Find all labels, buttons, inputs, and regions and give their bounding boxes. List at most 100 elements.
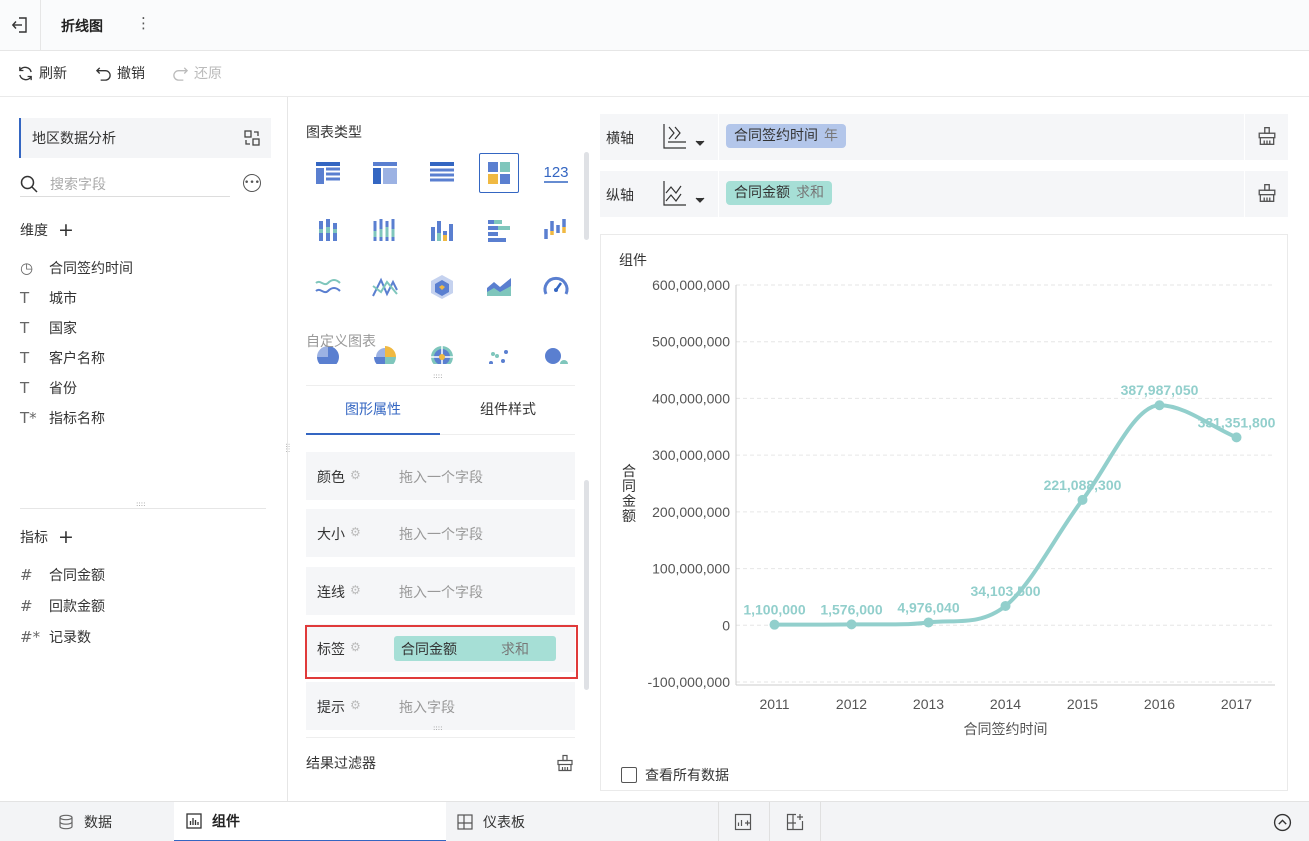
grouped-column-icon[interactable] [308, 210, 348, 250]
kpi-number-icon[interactable]: 123 [536, 153, 576, 193]
splitter-grip-icon[interactable]: :::: [136, 501, 145, 508]
property-row[interactable]: 颜色 ⚙ 拖入一个字段 [306, 452, 575, 500]
stock-line-icon[interactable] [365, 267, 405, 307]
tab-graph-properties[interactable]: 图形属性 [306, 386, 440, 435]
y-axis-field-pill[interactable]: 合同金额 求和 [726, 181, 832, 205]
bubble-icon[interactable] [536, 324, 576, 364]
property-row[interactable]: 大小 ⚙ 拖入一个字段 [306, 509, 575, 557]
metrics-title: 指标 [20, 530, 48, 546]
undo-icon [95, 66, 111, 81]
data-point[interactable] [769, 619, 780, 630]
x-tick-label: 2017 [1221, 696, 1252, 712]
x-axis-field-pill[interactable]: 合同签约时间年 [726, 124, 846, 148]
y-axis-clear-icon[interactable] [1257, 183, 1277, 203]
y-field-aggregation: 求和 [796, 185, 824, 201]
property-grip-icon[interactable]: :::: [433, 725, 442, 732]
gear-icon[interactable]: ⚙ [350, 468, 361, 482]
field-item[interactable]: T 国家 [20, 318, 77, 338]
undo-button[interactable]: 撤销 [95, 63, 145, 83]
tab-component-style[interactable]: 组件样式 [441, 386, 575, 435]
gear-icon[interactable]: ⚙ [350, 583, 361, 597]
detail-table-icon[interactable] [422, 153, 462, 193]
filter-sweep-icon[interactable] [556, 754, 574, 772]
tab-dashboard[interactable]: 仪表板 [457, 802, 525, 841]
field-item[interactable]: #* 记录数 [20, 627, 91, 647]
table-icon[interactable] [308, 153, 348, 193]
x-axis-type-icon[interactable] [660, 122, 706, 152]
more-menu-icon[interactable]: ⋮ [136, 14, 151, 32]
property-row[interactable]: 连线 ⚙ 拖入一个字段 [306, 567, 575, 615]
x-axis-title: 合同签约时间 [964, 721, 1048, 737]
data-point[interactable] [846, 619, 857, 630]
rose-chart-icon[interactable] [422, 324, 462, 364]
custom-chart-link[interactable]: 自定义图表 [306, 331, 376, 351]
chart-type-grip-icon[interactable]: :::: [433, 373, 442, 380]
calc-text-field-icon: T* [20, 409, 37, 427]
dataset-selector[interactable]: 地区数据分析 [19, 118, 271, 158]
area-chart-icon[interactable] [479, 267, 519, 307]
field-item[interactable]: ◷ 合同签约时间 [20, 258, 133, 278]
property-row[interactable]: 提示 ⚙ 拖入字段 [306, 682, 575, 730]
column-chart-icon[interactable] [422, 210, 462, 250]
field-item[interactable]: # 合同金额 [20, 565, 105, 585]
data-point[interactable] [1154, 400, 1165, 411]
property-name: 大小 [317, 527, 345, 543]
chart-type-scrollbar[interactable] [584, 152, 589, 240]
number-field-icon: # [20, 597, 33, 615]
checkbox-box[interactable] [621, 767, 637, 783]
line-chart-icon[interactable] [308, 267, 348, 307]
dashboard-icon [457, 814, 473, 830]
bottom-separator [820, 802, 821, 841]
waterfall-icon[interactable] [536, 210, 576, 250]
gear-icon[interactable]: ⚙ [350, 698, 361, 712]
scatter-icon[interactable] [479, 324, 519, 364]
dimensions-title: 维度 [20, 223, 48, 239]
stacked-column-icon[interactable] [365, 210, 405, 250]
data-point[interactable] [1231, 432, 1242, 443]
y-axis-label: 纵轴 [606, 188, 634, 204]
refresh-button[interactable]: 刷新 [17, 63, 67, 83]
add-dimension-icon[interactable]: + [58, 220, 74, 240]
field-item[interactable]: T* 指标名称 [20, 408, 105, 428]
database-icon [59, 814, 73, 830]
redo-button[interactable]: 还原 [172, 63, 222, 83]
cross-table-icon[interactable] [365, 153, 405, 193]
y-tick-label: 400,000,000 [652, 390, 730, 406]
data-point[interactable] [923, 617, 934, 628]
radar-icon[interactable] [422, 267, 462, 307]
y-axis-type-icon[interactable] [660, 179, 706, 209]
bottom-separator [769, 802, 770, 841]
field-item[interactable]: T 客户名称 [20, 348, 105, 368]
calc-number-field-icon: #* [20, 628, 41, 646]
gear-icon[interactable]: ⚙ [350, 525, 361, 539]
drop-field-hint: 拖入一个字段 [399, 470, 483, 486]
bar-chart-icon[interactable] [479, 210, 519, 250]
tab-data[interactable]: 数据 [58, 802, 112, 841]
exit-icon [11, 17, 27, 33]
field-search[interactable]: 搜索字段 [20, 171, 230, 197]
show-all-data-checkbox[interactable]: 查看所有数据 [621, 765, 729, 785]
y-axis-divider [718, 171, 719, 217]
tab-component[interactable]: 组件 [174, 802, 446, 841]
exit-button[interactable] [0, 0, 41, 50]
clock-icon: ◷ [20, 259, 34, 277]
collapse-up-icon[interactable] [1273, 813, 1292, 832]
field-item[interactable]: T 省份 [20, 378, 77, 398]
number-field-icon: # [20, 566, 33, 584]
field-item[interactable]: T 城市 [20, 288, 77, 308]
property-scrollbar[interactable] [584, 480, 589, 690]
gauge-icon[interactable] [536, 267, 576, 307]
property-name: 连线 [317, 585, 345, 601]
add-dashboard-icon[interactable] [786, 813, 804, 831]
field-options-icon[interactable]: ••• [243, 174, 261, 192]
y-tick-label: 300,000,000 [652, 447, 730, 463]
x-axis-clear-icon[interactable] [1257, 126, 1277, 146]
field-item[interactable]: # 回款金额 [20, 596, 105, 616]
auto-chart-icon[interactable] [479, 153, 519, 193]
page-title: 折线图 [61, 19, 103, 35]
add-component-icon[interactable] [734, 813, 752, 831]
data-point[interactable] [1000, 600, 1011, 611]
data-point[interactable] [1077, 494, 1088, 505]
switch-dataset-icon[interactable] [243, 129, 261, 147]
add-metric-icon[interactable]: + [58, 527, 74, 547]
